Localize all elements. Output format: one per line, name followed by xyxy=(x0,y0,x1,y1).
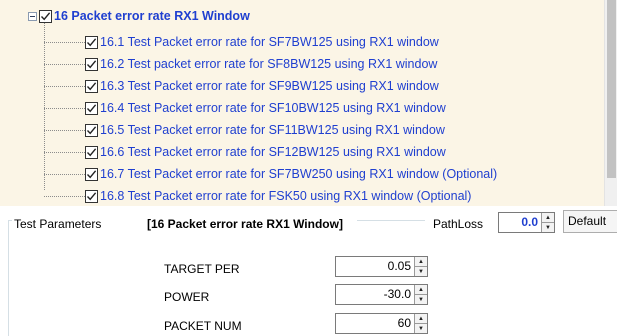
tree-node-16-5[interactable]: 16.5 Test Packet error rate for SF11BW12… xyxy=(85,119,445,141)
tree-node-checkbox[interactable] xyxy=(85,35,98,49)
tree-node-16-8[interactable]: 16.8 Test Packet error rate for FSK50 us… xyxy=(85,185,471,206)
tree-node-checkbox[interactable] xyxy=(85,145,98,159)
tree-node-checkbox[interactable] xyxy=(85,79,98,93)
tree-branch-line xyxy=(44,130,85,131)
tree-node-checkbox[interactable] xyxy=(85,167,98,181)
tree-node-label: 16.2 Test packet error rate for SF8BW125… xyxy=(100,57,438,71)
power-label: POWER xyxy=(164,290,210,304)
collapse-minus-icon[interactable] xyxy=(28,11,37,21)
tree-branch-line xyxy=(44,152,85,153)
tree-node-checkbox[interactable] xyxy=(85,57,98,71)
tree-node-16-4[interactable]: 16.4 Test Packet error rate for SF10BW12… xyxy=(85,97,446,119)
checkmark-icon xyxy=(86,81,97,90)
power-value[interactable]: -30.0 xyxy=(336,285,414,304)
scrollbar-thumb[interactable] xyxy=(607,0,616,178)
target-per-spinner[interactable]: 0.05 ▲ ▼ xyxy=(335,256,428,277)
test-tree[interactable]: 16 Packet error rate RX1 Window 16.1 Tes… xyxy=(0,0,604,206)
tree-node-label: 16.6 Test Packet error rate for SF12BW12… xyxy=(100,145,446,159)
checkmark-icon xyxy=(40,11,51,20)
tree-node-16[interactable]: 16 Packet error rate RX1 Window xyxy=(28,5,250,27)
tree-node-16-1[interactable]: 16.1 Test Packet error rate for SF7BW125… xyxy=(85,31,439,53)
tree-node-checkbox[interactable] xyxy=(85,189,98,203)
checkmark-icon xyxy=(86,103,97,112)
pathloss-value[interactable]: 0.0 xyxy=(499,213,541,232)
checkmark-icon xyxy=(86,125,97,134)
spin-up-down-icon[interactable]: ▲ ▼ xyxy=(541,213,554,232)
packet-num-label: PACKET NUM xyxy=(164,319,242,333)
tree-branch-line xyxy=(44,64,85,65)
tree-node-16-2[interactable]: 16.2 Test packet error rate for SF8BW125… xyxy=(85,53,437,75)
tree-branch-line xyxy=(44,42,85,43)
tree-branch-line xyxy=(44,174,85,175)
spin-up-down-icon[interactable]: ▲ ▼ xyxy=(414,314,427,333)
group-border xyxy=(357,220,425,221)
test-parameters-panel: Test Parameters [16 Packet error rate RX… xyxy=(0,206,617,336)
target-per-value[interactable]: 0.05 xyxy=(336,257,414,276)
spin-up-down-icon[interactable]: ▲ ▼ xyxy=(414,257,427,276)
pathloss-label: PathLoss xyxy=(433,217,484,231)
checkmark-icon xyxy=(86,191,97,200)
packet-num-value[interactable]: 60 xyxy=(336,314,414,333)
tree-node-checkbox[interactable] xyxy=(85,101,98,115)
power-spinner[interactable]: -30.0 ▲ ▼ xyxy=(335,284,428,305)
tree-node-16-7[interactable]: 16.7 Test Packet error rate for SF7BW250… xyxy=(85,163,497,185)
test-parameters-label: Test Parameters xyxy=(14,217,102,231)
group-border xyxy=(8,220,9,336)
tree-node-16-6[interactable]: 16.6 Test Packet error rate for SF12BW12… xyxy=(85,141,446,163)
tree-node-label: 16.8 Test Packet error rate for FSK50 us… xyxy=(100,189,472,203)
checkmark-icon xyxy=(86,169,97,178)
pathloss-spinner[interactable]: 0.0 ▲ ▼ xyxy=(498,212,555,233)
tree-node-label: 16.3 Test Packet error rate for SF9BW125… xyxy=(100,79,439,93)
checkmark-icon xyxy=(86,59,97,68)
spin-up-down-icon[interactable]: ▲ ▼ xyxy=(414,285,427,304)
tree-scrollbar[interactable] xyxy=(604,0,617,206)
tree-node-label: 16.4 Test Packet error rate for SF10BW12… xyxy=(100,101,446,115)
test-parameters-title: [16 Packet error rate RX1 Window] xyxy=(147,217,343,231)
packet-num-spinner[interactable]: 60 ▲ ▼ xyxy=(335,313,428,334)
checkmark-icon xyxy=(86,147,97,156)
tree-node-label: 16.5 Test Packet error rate for SF11BW12… xyxy=(100,123,445,137)
tree-node-label: 16.1 Test Packet error rate for SF7BW125… xyxy=(100,35,439,49)
tree-node-16-checkbox[interactable] xyxy=(39,9,52,23)
tree-node-checkbox[interactable] xyxy=(85,123,98,137)
tree-node-label: 16 Packet error rate RX1 Window xyxy=(54,9,250,23)
tree-branch-line xyxy=(44,108,85,109)
tree-node-label: 16.7 Test Packet error rate for SF7BW250… xyxy=(100,167,498,181)
tree-connector-line xyxy=(44,20,45,190)
default-button[interactable]: Default xyxy=(563,210,617,233)
tree-node-16-3[interactable]: 16.3 Test Packet error rate for SF9BW125… xyxy=(85,75,439,97)
tree-branch-line xyxy=(44,196,85,197)
tree-branch-line xyxy=(44,86,85,87)
checkmark-icon xyxy=(86,37,97,46)
target-per-label: TARGET PER xyxy=(164,262,240,276)
